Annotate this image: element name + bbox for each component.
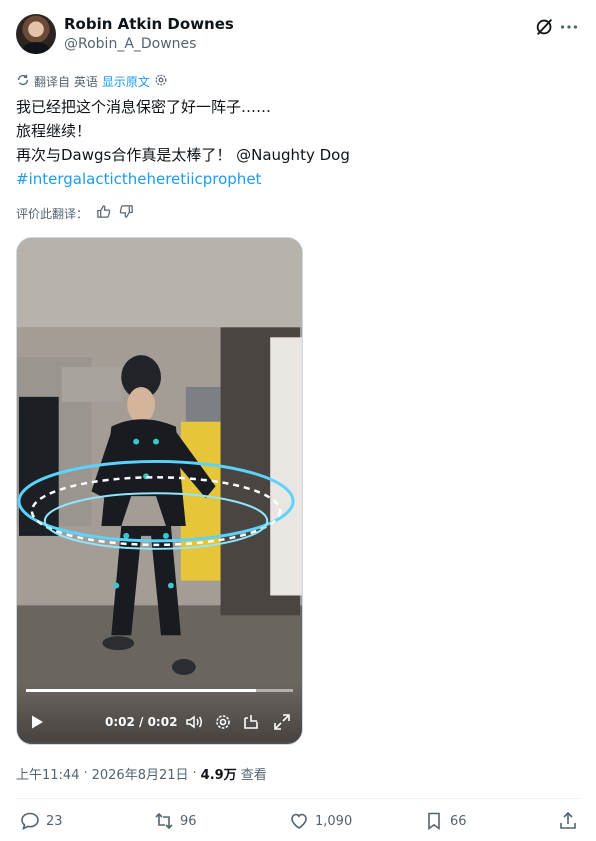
show-original-link[interactable]: 显示原文 xyxy=(102,73,150,90)
video-progress-bar[interactable] xyxy=(26,689,293,692)
tweet-text: 我已经把这个消息保密了好一阵子…… 旅程继续！ 再次与Dawgs合作真是太棒了！… xyxy=(16,95,576,191)
rate-translation-row: 评价此翻译： xyxy=(16,203,134,223)
bookmark-count: 66 xyxy=(450,813,467,829)
settings-icon[interactable] xyxy=(214,713,232,731)
grok-icon[interactable] xyxy=(534,16,556,38)
tweet-time[interactable]: 上午11:44 xyxy=(16,764,79,783)
bookmark-button[interactable]: 66 xyxy=(424,811,467,831)
rate-label: 评价此翻译： xyxy=(16,206,89,221)
video-frame xyxy=(17,238,302,743)
tweet-header: Robin Atkin Downes @Robin_A_Downes xyxy=(16,12,580,58)
thumbs-down-icon[interactable] xyxy=(119,204,134,222)
share-button[interactable] xyxy=(558,811,578,831)
views-label: 查看 xyxy=(240,768,267,783)
like-count: 1,090 xyxy=(315,813,353,829)
repost-icon xyxy=(155,812,173,830)
heart-icon xyxy=(291,813,307,829)
volume-icon[interactable] xyxy=(185,713,203,731)
view-count: 4.9万 xyxy=(200,768,237,783)
reply-count: 23 xyxy=(46,813,63,829)
video-time: 0:02 / 0:02 xyxy=(105,715,178,729)
hashtag-link[interactable]: #intergalactictheheretiicprophet xyxy=(16,167,576,191)
divider xyxy=(16,798,580,799)
translate-icon xyxy=(16,73,30,90)
bookmark-icon xyxy=(428,812,440,831)
reply-button[interactable]: 23 xyxy=(20,811,63,831)
author-name[interactable]: Robin Atkin Downes xyxy=(64,15,234,33)
video-player[interactable]: 0:02 / 0:02 xyxy=(16,237,303,745)
tweet-line: 我已经把这个消息保密了好一阵子…… xyxy=(16,98,272,116)
avatar[interactable] xyxy=(16,14,56,54)
meta-separator: · xyxy=(83,766,88,781)
play-icon[interactable] xyxy=(29,714,45,730)
tweet-date[interactable]: 2026年8月21日 xyxy=(92,764,189,783)
action-bar: 23 96 1,090 66 xyxy=(16,811,580,835)
reply-icon xyxy=(21,812,39,830)
repost-count: 96 xyxy=(180,813,197,829)
repost-button[interactable]: 96 xyxy=(154,811,197,831)
more-icon[interactable] xyxy=(558,16,580,38)
translation-settings-icon[interactable] xyxy=(154,73,168,90)
translation-row: 翻译自 英语 显示原文 xyxy=(16,72,168,90)
like-button[interactable]: 1,090 xyxy=(289,811,352,831)
thumbs-up-icon[interactable] xyxy=(96,204,111,222)
share-icon xyxy=(560,811,576,829)
video-progress-fill xyxy=(26,689,256,692)
picture-in-picture-icon[interactable] xyxy=(242,713,260,731)
fullscreen-icon[interactable] xyxy=(273,713,291,731)
meta-separator: · xyxy=(192,766,197,781)
author-handle[interactable]: @Robin_A_Downes xyxy=(64,36,196,52)
tweet-line: 旅程继续！ xyxy=(16,122,92,140)
tweet-meta: 上午11:44 · 2026年8月21日 · 4.9万 查看 xyxy=(16,764,267,783)
translation-note: 翻译自 英语 xyxy=(34,74,98,89)
tweet-line: 再次与Dawgs合作真是太棒了！ @Naughty Dog xyxy=(16,146,350,164)
